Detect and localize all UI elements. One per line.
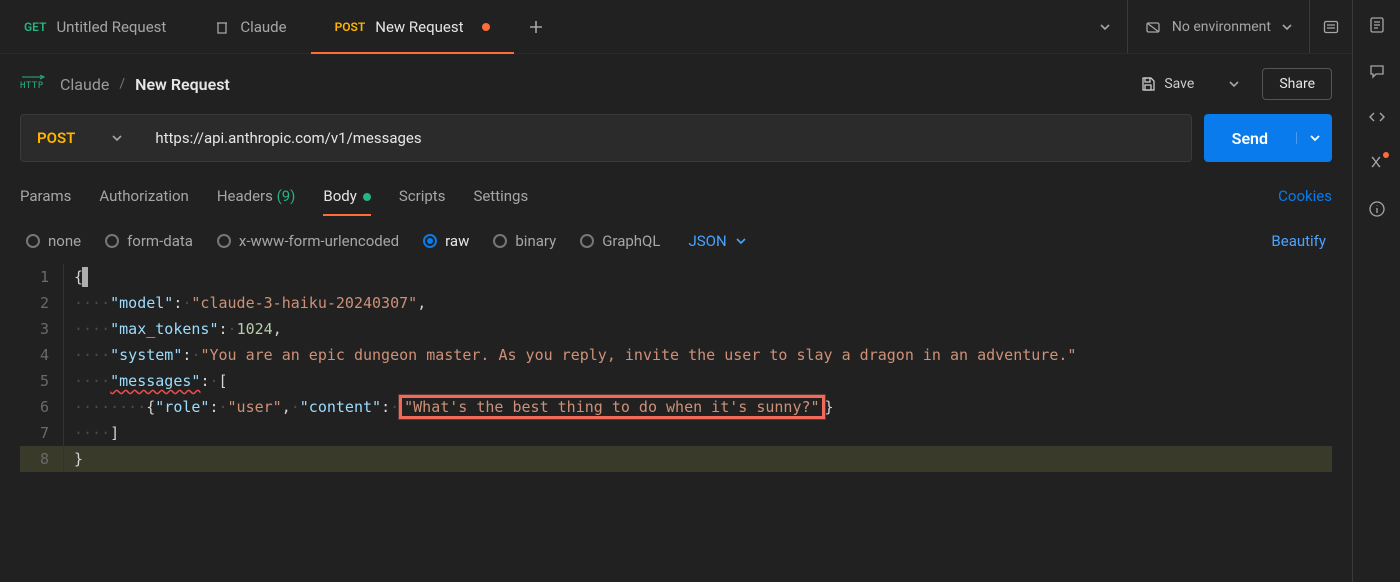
tab-claude-collection[interactable]: Claude — [190, 0, 310, 53]
tab-settings[interactable]: Settings — [473, 187, 528, 205]
send-options-button[interactable] — [1296, 132, 1332, 144]
beautify-button[interactable]: Beautify — [1271, 232, 1326, 250]
body-active-dot-icon — [363, 193, 371, 201]
tab-title: Untitled Request — [56, 18, 166, 36]
tab-title: New Request — [375, 18, 463, 36]
chevron-down-icon — [111, 132, 123, 144]
no-environment-icon — [1144, 18, 1162, 36]
share-label: Share — [1279, 76, 1315, 92]
body-type-selector: none form-data x-www-form-urlencoded raw… — [0, 218, 1352, 260]
environment-label: No environment — [1172, 19, 1271, 35]
tabs-overflow-button[interactable] — [1083, 0, 1127, 53]
json-editor[interactable]: 1 { 2 ····"model":·"claude-3-haiku-20240… — [0, 260, 1352, 472]
chevron-down-icon — [1281, 21, 1293, 33]
chevron-down-icon — [735, 235, 747, 247]
new-tab-button[interactable] — [514, 0, 558, 53]
line-number: 2 — [20, 290, 64, 316]
line-number: 4 — [20, 342, 64, 368]
request-header: HTTP Claude / New Request Save Share — [0, 54, 1352, 114]
tab-untitled-request[interactable]: GET Untitled Request — [0, 0, 190, 53]
comments-icon[interactable] — [1368, 62, 1386, 80]
tab-params[interactable]: Params — [20, 187, 71, 205]
breadcrumb-current[interactable]: New Request — [135, 75, 230, 94]
tab-body[interactable]: Body — [323, 187, 370, 205]
request-tabs: Params Authorization Headers (9) Body Sc… — [0, 174, 1352, 218]
body-type-urlencoded[interactable]: x-www-form-urlencoded — [217, 232, 399, 250]
body-type-raw[interactable]: raw — [423, 232, 469, 250]
send-label: Send — [1204, 129, 1296, 148]
line-number: 7 — [20, 420, 64, 446]
tab-bar: GET Untitled Request Claude POST New Req… — [0, 0, 1352, 54]
raw-format-select[interactable]: JSON — [688, 232, 746, 250]
json-error-squiggle: "messages" — [110, 372, 200, 390]
tab-headers[interactable]: Headers (9) — [217, 187, 296, 205]
url-input[interactable]: https://api.anthropic.com/v1/messages — [139, 114, 1191, 162]
headers-count: (9) — [277, 187, 296, 205]
line-number: 3 — [20, 316, 64, 342]
share-button[interactable]: Share — [1262, 68, 1332, 100]
line-number: 1 — [20, 264, 64, 290]
collection-icon — [214, 19, 230, 35]
right-sidebar — [1352, 0, 1400, 582]
breadcrumb: Claude / New Request — [60, 75, 230, 94]
main-area: GET Untitled Request Claude POST New Req… — [0, 0, 1352, 582]
related-icon[interactable] — [1368, 154, 1386, 172]
save-icon — [1140, 76, 1156, 92]
code-icon[interactable] — [1368, 108, 1386, 126]
line-number: 5 — [20, 368, 64, 394]
body-type-none[interactable]: none — [26, 232, 81, 250]
highlighted-content: "What's the best thing to do when it's s… — [399, 395, 824, 419]
body-type-graphql[interactable]: GraphQL — [580, 232, 660, 250]
url-value: https://api.anthropic.com/v1/messages — [155, 129, 421, 147]
method-badge-get: GET — [24, 20, 46, 34]
tab-authorization[interactable]: Authorization — [99, 187, 188, 205]
save-options-button[interactable] — [1220, 78, 1248, 90]
line-number: 6 — [20, 394, 64, 420]
method-select[interactable]: POST — [20, 114, 139, 162]
body-type-form-data[interactable]: form-data — [105, 232, 193, 250]
http-badge-icon: HTTP — [20, 75, 46, 93]
send-button[interactable]: Send — [1204, 114, 1332, 162]
tab-new-request[interactable]: POST New Request — [311, 0, 514, 53]
info-icon[interactable] — [1368, 200, 1386, 218]
documentation-icon[interactable] — [1368, 16, 1386, 34]
cookies-link[interactable]: Cookies — [1278, 187, 1332, 205]
breadcrumb-separator: / — [119, 76, 125, 92]
save-button[interactable]: Save — [1128, 69, 1206, 99]
body-type-binary[interactable]: binary — [493, 232, 556, 250]
save-label: Save — [1164, 76, 1194, 92]
method-value: POST — [37, 129, 75, 147]
method-badge-post: POST — [335, 20, 366, 34]
environment-selector[interactable]: No environment — [1127, 0, 1309, 53]
svg-text:HTTP: HTTP — [20, 81, 44, 91]
tab-title: Claude — [240, 18, 286, 36]
line-number: 8 — [20, 446, 64, 472]
environment-quicklook-button[interactable] — [1309, 0, 1352, 53]
breadcrumb-parent[interactable]: Claude — [60, 75, 109, 94]
url-row: POST https://api.anthropic.com/v1/messag… — [0, 114, 1352, 174]
unsaved-indicator-icon — [482, 23, 490, 31]
tab-scripts[interactable]: Scripts — [399, 187, 446, 205]
